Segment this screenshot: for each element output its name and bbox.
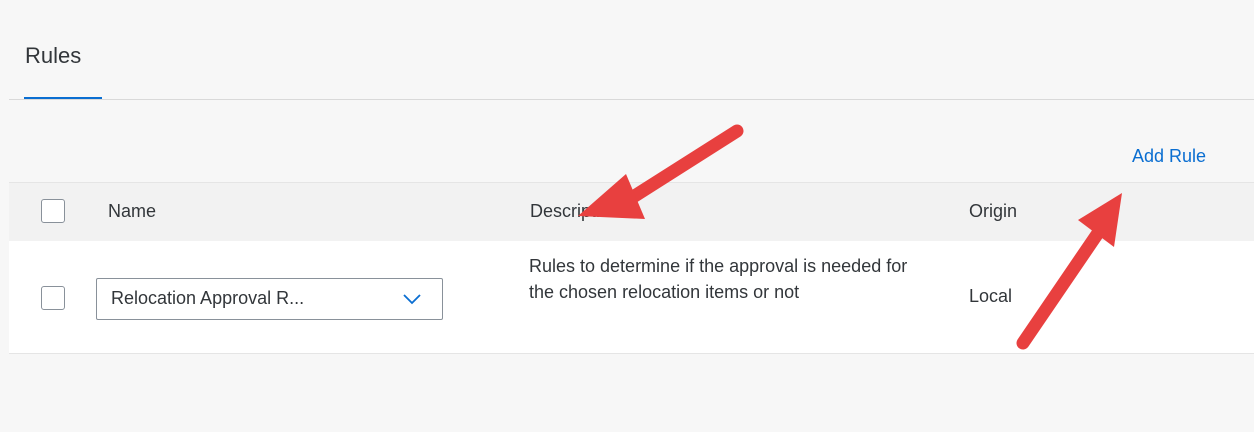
- rules-page: Rules Add Rule Name Description Origin R…: [0, 0, 1254, 432]
- add-rule-link[interactable]: Add Rule: [1132, 146, 1206, 167]
- column-header-description[interactable]: Description: [530, 201, 620, 222]
- rule-description: Rules to determine if the approval is ne…: [529, 256, 908, 302]
- tab-divider: [9, 99, 1254, 100]
- column-header-origin[interactable]: Origin: [969, 201, 1017, 222]
- rule-name-select[interactable]: Relocation Approval R...: [96, 278, 443, 320]
- tab-rules[interactable]: Rules: [25, 43, 81, 69]
- select-all-checkbox[interactable]: [41, 199, 65, 223]
- rule-origin: Local: [969, 286, 1013, 306]
- column-header-name[interactable]: Name: [108, 201, 156, 222]
- row-checkbox[interactable]: [41, 286, 65, 310]
- table-row[interactable]: Relocation Approval R... Rules to determ…: [9, 241, 1254, 354]
- rule-name-value: Relocation Approval R...: [111, 288, 305, 308]
- chevron-down-icon[interactable]: [402, 291, 422, 307]
- table-header: Name Description Origin: [9, 182, 1254, 242]
- tab-bar: Rules: [0, 0, 1254, 100]
